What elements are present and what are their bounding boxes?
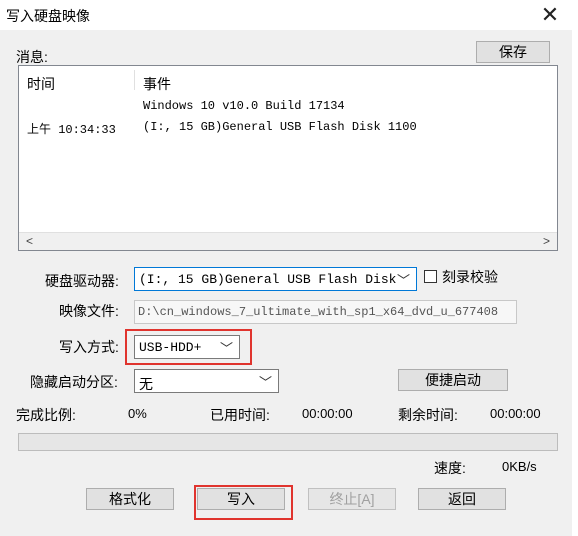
close-icon[interactable]: ✕ — [538, 2, 562, 28]
back-button[interactable]: 返回 — [418, 488, 506, 510]
window-title: 写入硬盘映像 — [6, 8, 90, 24]
percent-label: 完成比例: — [16, 407, 76, 423]
log-row-2-time: 上午 10:34:33 — [27, 123, 116, 137]
log-row-2-event: (I:, 15 GB)General USB Flash Disk 1100 — [143, 120, 417, 134]
title-bar: 写入硬盘映像 ✕ — [0, 0, 572, 30]
format-button[interactable]: 格式化 — [86, 488, 174, 510]
scroll-right-icon[interactable]: > — [538, 233, 555, 250]
verify-label: 刻录校验 — [442, 269, 498, 285]
highlight-write-button — [194, 485, 293, 520]
progress-bar — [18, 433, 558, 451]
hide-partition-select[interactable]: 无 ﹀ — [134, 369, 279, 393]
image-file-path: D:\cn_windows_7_ultimate_with_sp1_x64_dv… — [138, 305, 499, 319]
quick-boot-button[interactable]: 便捷启动 — [398, 369, 508, 391]
elapsed-value: 00:00:00 — [302, 406, 353, 421]
image-file-field[interactable]: D:\cn_windows_7_ultimate_with_sp1_x64_dv… — [134, 300, 517, 324]
drive-select[interactable]: (I:, 15 GB)General USB Flash Disk ﹀ — [134, 267, 417, 291]
remaining-label: 剩余时间: — [398, 407, 458, 423]
messages-label: 消息: — [16, 49, 48, 65]
column-header-time: 时间 — [27, 76, 55, 92]
scroll-left-icon[interactable]: < — [21, 233, 38, 250]
elapsed-label: 已用时间: — [210, 407, 270, 423]
hide-partition-label: 隐藏启动分区: — [30, 374, 118, 390]
log-row-1-event: Windows 10 v10.0 Build 17134 — [143, 99, 345, 113]
chevron-down-icon: ﹀ — [258, 375, 272, 390]
hide-partition-value: 无 — [139, 376, 153, 392]
speed-value: 0KB/s — [502, 459, 537, 474]
verify-checkbox[interactable] — [424, 270, 437, 283]
write-mode-label: 写入方式: — [59, 339, 119, 355]
chevron-down-icon: ﹀ — [396, 273, 410, 288]
write-disk-image-dialog: 写入硬盘映像 ✕ 消息: 保存 时间 事件 Windows 10 v10.0 B… — [0, 0, 572, 536]
percent-value: 0% — [128, 406, 147, 421]
highlight-write-mode — [125, 329, 252, 365]
horizontal-scrollbar[interactable]: < > — [19, 232, 557, 250]
stop-button[interactable]: 终止[A] — [308, 488, 396, 510]
column-header-event: 事件 — [143, 76, 171, 92]
image-file-label: 映像文件: — [59, 303, 119, 319]
column-divider — [134, 70, 135, 90]
remaining-value: 00:00:00 — [490, 406, 541, 421]
drive-select-value: (I:, 15 GB)General USB Flash Disk — [139, 272, 397, 287]
speed-label: 速度: — [434, 460, 466, 476]
drive-label: 硬盘驱动器: — [45, 273, 119, 289]
save-button[interactable]: 保存 — [476, 41, 550, 63]
message-log[interactable]: 时间 事件 Windows 10 v10.0 Build 17134 上午 10… — [18, 65, 558, 251]
